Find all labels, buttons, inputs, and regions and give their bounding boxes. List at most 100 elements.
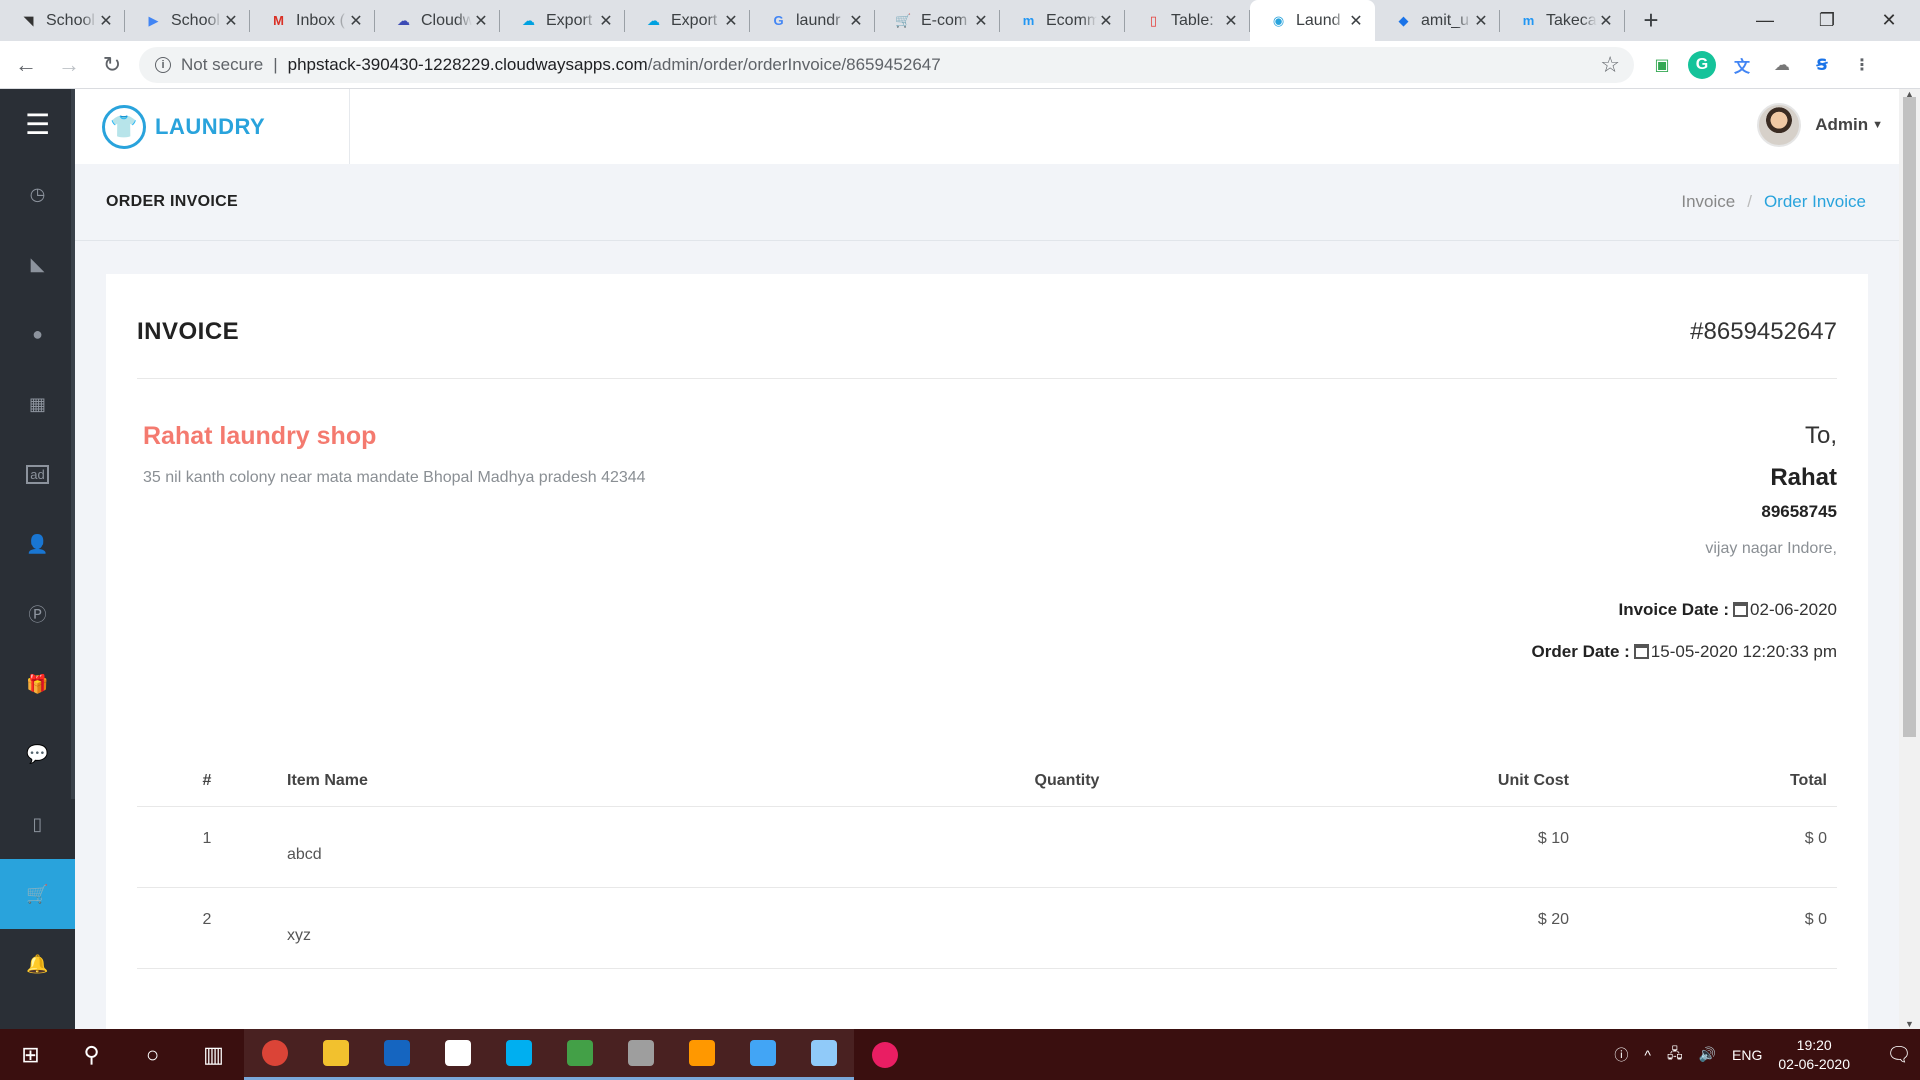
breadcrumb-separator: /	[1747, 192, 1752, 211]
close-window-button[interactable]: ✕	[1858, 0, 1920, 41]
sidebar-payments[interactable]: Ⓟ	[0, 579, 75, 649]
close-tab-icon[interactable]: ✕	[1222, 11, 1240, 31]
cortana-circle-icon[interactable]: ○	[122, 1029, 183, 1080]
taskbar-skype[interactable]	[488, 1029, 549, 1080]
browser-tab[interactable]: ▯ Table: ✕	[1125, 0, 1250, 41]
user-menu[interactable]: Admin ▼	[1757, 103, 1883, 147]
sidebar-users[interactable]: ●	[0, 299, 75, 369]
back-button[interactable]: ←	[9, 52, 43, 78]
maximize-button[interactable]: ❐	[1796, 0, 1858, 41]
m-icon: m	[1522, 13, 1535, 28]
close-tab-icon[interactable]: ✕	[597, 11, 615, 31]
close-tab-icon[interactable]: ✕	[1597, 11, 1615, 31]
taskbar-lync[interactable]	[366, 1029, 427, 1080]
close-tab-icon[interactable]: ✕	[972, 11, 990, 31]
invoice-date-row: Invoice Date : 02-06-2020	[1532, 600, 1837, 620]
taskbar-itunes[interactable]	[854, 1029, 915, 1080]
close-tab-icon[interactable]: ✕	[347, 11, 365, 31]
sidebar-orders[interactable]: 🛒	[0, 859, 75, 929]
customer-address: vijay nagar Indore,	[1705, 540, 1837, 557]
browser-tab[interactable]: Glaundr ✕	[750, 0, 875, 41]
taskbar-file-explorer[interactable]	[305, 1029, 366, 1080]
language-indicator[interactable]: ENG	[1732, 1047, 1762, 1063]
hamburger-menu-icon[interactable]: ☰	[0, 89, 75, 159]
close-tab-icon[interactable]: ✕	[722, 11, 740, 31]
folder-icon	[322, 1040, 349, 1066]
sublime-icon	[688, 1040, 715, 1066]
taskbar-photos[interactable]	[549, 1029, 610, 1080]
browser-tab[interactable]: ☁ Cloudw ✕	[375, 0, 500, 41]
browser-tab[interactable]: ◥ School ✕	[0, 0, 125, 41]
sidebar-layout[interactable]: ▦	[0, 369, 75, 439]
sidebar-gifts[interactable]: 🎁	[0, 649, 75, 719]
volume-icon[interactable]: 🔊	[1699, 1046, 1716, 1063]
invoice-dates: Invoice Date : 02-06-2020 Order Date : 15-…	[1532, 600, 1837, 662]
chevron-up-icon[interactable]: ^	[1644, 1047, 1651, 1063]
profile-extension-icon[interactable]: Ꞩ	[1808, 51, 1836, 79]
close-tab-icon[interactable]: ✕	[1472, 11, 1490, 31]
brand-name: LAUNDRY	[155, 113, 266, 139]
close-tab-icon[interactable]: ✕	[1347, 11, 1365, 31]
item-unit-cost: $ 20	[1157, 887, 1587, 969]
close-tab-icon[interactable]: ✕	[472, 11, 490, 31]
scrollbar-thumb[interactable]	[1903, 97, 1916, 737]
sidebar-dashboard[interactable]: ◷	[0, 159, 75, 229]
taskbar-settings[interactable]	[427, 1029, 488, 1080]
tab-title: Export	[546, 11, 593, 29]
help-icon[interactable]: ⓘ	[1614, 1045, 1628, 1065]
browser-tab[interactable]: ◉ Laund ✕	[1250, 0, 1375, 41]
grammarly-extension-icon[interactable]: G	[1688, 50, 1716, 79]
network-tray-icon[interactable]: 🖧	[1667, 1043, 1683, 1067]
taskbar-sublime[interactable]	[671, 1029, 732, 1080]
browser-tab[interactable]: ☁ Export ✕	[625, 0, 750, 41]
cloud-extension-icon[interactable]: ☁	[1768, 51, 1796, 79]
not-secure-label: Not secure	[181, 54, 264, 74]
notification-center-icon[interactable]: 🗨	[1878, 1029, 1920, 1080]
chrome-menu-icon[interactable]: ⋮	[1848, 51, 1876, 79]
task-view-icon[interactable]: ▥	[183, 1029, 244, 1080]
translate-extension-icon[interactable]: 文	[1728, 51, 1756, 79]
start-windows-icon[interactable]: ⊞	[0, 1029, 61, 1080]
calendar-icon	[1733, 602, 1749, 617]
close-tab-icon[interactable]: ✕	[222, 11, 240, 31]
minimize-button[interactable]: —	[1734, 0, 1796, 41]
info-icon[interactable]: i	[155, 56, 171, 73]
scroll-down-arrow-icon[interactable]: ▼	[1899, 1019, 1920, 1029]
sidebar-notifications[interactable]: 🔔	[0, 929, 75, 999]
browser-tab[interactable]: m Takeca ✕	[1500, 0, 1625, 41]
browser-tab[interactable]: ☁ Export ✕	[500, 0, 625, 41]
sidebar-messages[interactable]: 💬	[0, 719, 75, 789]
brand[interactable]: 👕 LAUNDRY	[75, 89, 350, 164]
sidebar-mobile[interactable]: ▯	[0, 789, 75, 859]
column-header-item-name: Item Name	[277, 756, 977, 807]
breadcrumb-invoice[interactable]: Invoice	[1681, 192, 1735, 211]
close-tab-icon[interactable]: ✕	[97, 11, 115, 31]
sidebar-ads[interactable]: ad	[0, 439, 75, 509]
search-icon[interactable]: ⚲	[61, 1029, 122, 1080]
new-tab-button[interactable]: +	[1631, 0, 1671, 41]
close-tab-icon[interactable]: ✕	[1097, 11, 1115, 31]
bell-icon: 🔔	[26, 953, 49, 974]
address-bar: ← → ↻ i Not secure | phpstack-390430-122…	[0, 41, 1920, 89]
tv-extension-icon[interactable]: ▣	[1648, 51, 1676, 79]
sidebar-add-user[interactable]: 👤	[0, 509, 75, 579]
browser-tab[interactable]: M Inbox (✕	[250, 0, 375, 41]
sidebar-services[interactable]: ◣	[0, 229, 75, 299]
close-tab-icon[interactable]: ✕	[847, 11, 865, 31]
browser-tab[interactable]: ◆ amit_u ✕	[1375, 0, 1500, 41]
bookmark-star-icon[interactable]: ☆	[1600, 52, 1620, 78]
browser-tab[interactable]: m Ecomm ✕	[1000, 0, 1125, 41]
reload-button[interactable]: ↻	[95, 52, 129, 78]
taskbar-app-7[interactable]	[610, 1029, 671, 1080]
salesforce-icon: ☁	[647, 12, 660, 28]
url-input[interactable]: i Not secure | phpstack-390430-1228229.c…	[139, 46, 1634, 83]
page-scrollbar[interactable]: ▲ ▼	[1899, 89, 1920, 1029]
clock[interactable]: 19:20 02-06-2020	[1778, 1036, 1850, 1074]
taskbar-chrome[interactable]	[244, 1029, 305, 1080]
taskbar-network[interactable]	[732, 1029, 793, 1080]
taskbar-remote-desktop[interactable]	[793, 1029, 854, 1080]
browser-tab[interactable]: 🛒 E-com ✕	[875, 0, 1000, 41]
forward-button[interactable]: →	[52, 52, 86, 78]
tab-title: Ecomm	[1046, 11, 1097, 29]
browser-tab[interactable]: ▶ School ✕	[125, 0, 250, 41]
